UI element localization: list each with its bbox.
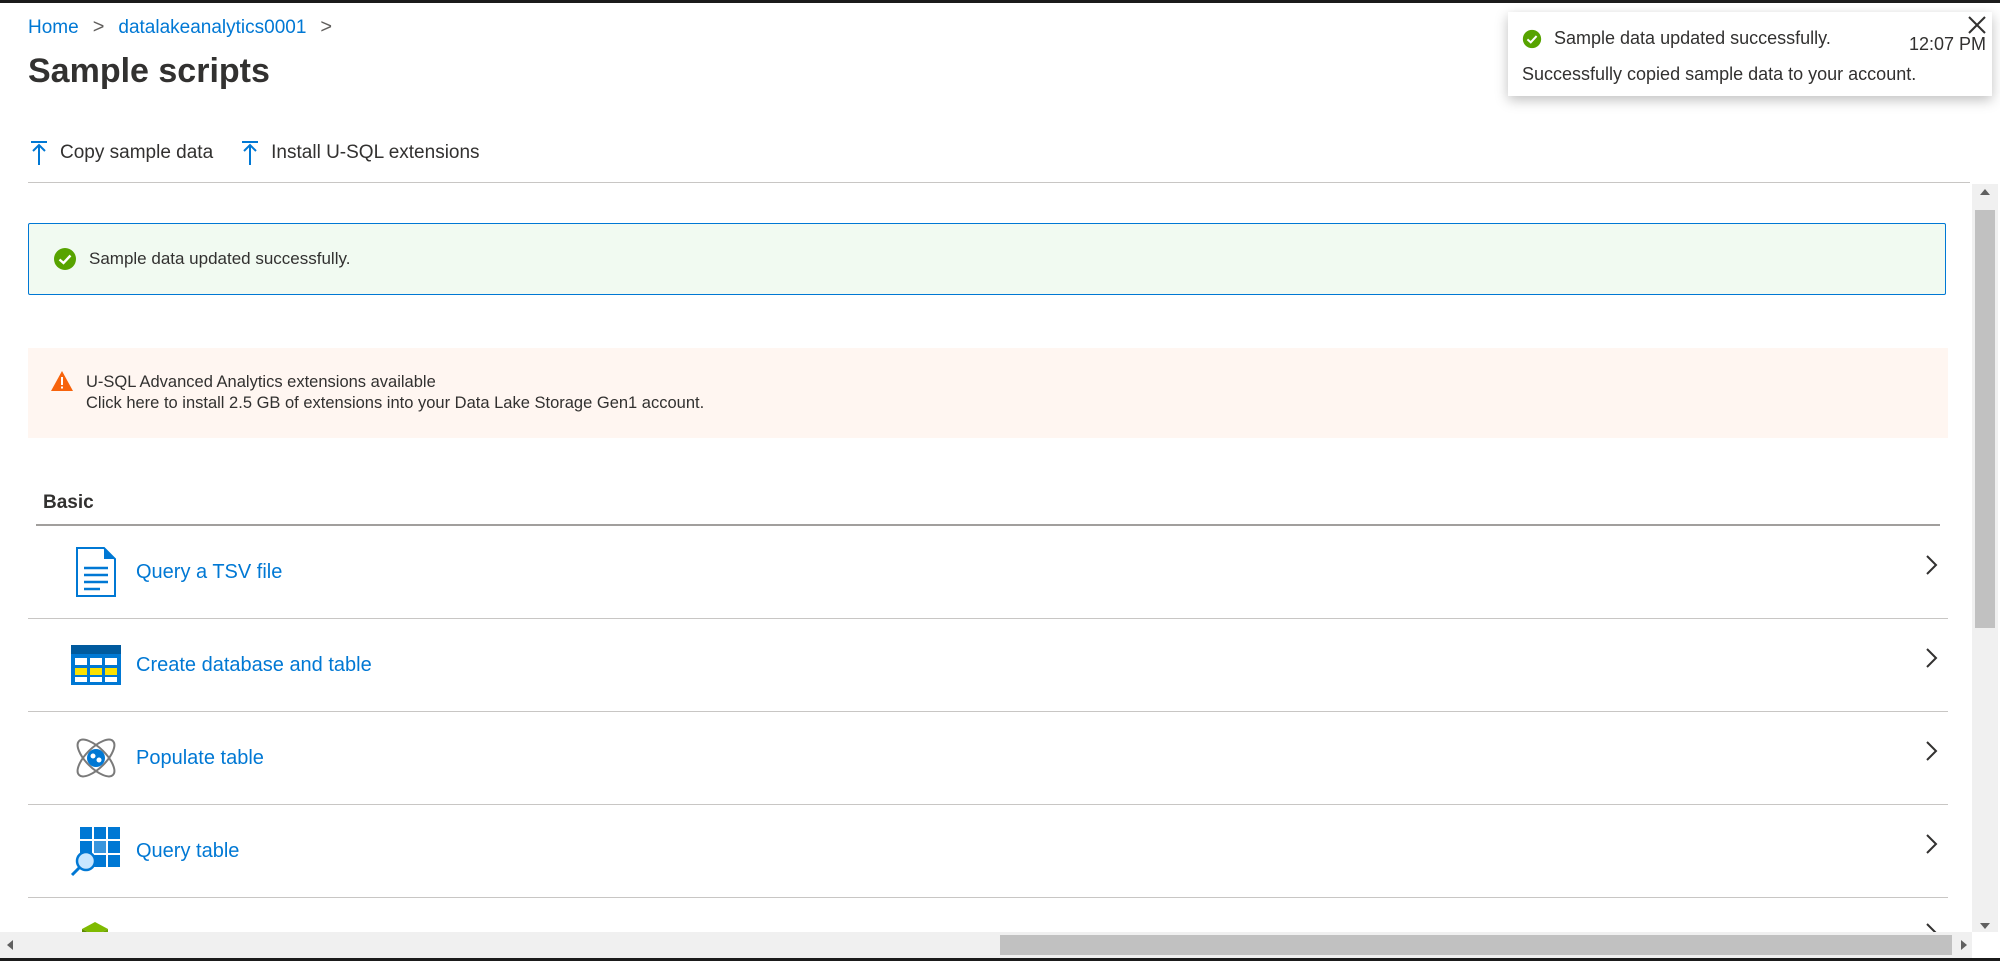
chevron-right-icon xyxy=(1926,834,1938,854)
list-item-label: Populate table xyxy=(136,746,264,769)
extensions-warning-banner[interactable]: U-SQL Advanced Analytics extensions avai… xyxy=(28,348,1948,438)
grid-search-icon xyxy=(70,825,122,877)
scroll-down-icon[interactable] xyxy=(1979,922,1991,930)
scroll-right-icon[interactable] xyxy=(1960,939,1968,951)
copy-sample-data-label: Copy sample data xyxy=(60,142,214,163)
list-item[interactable]: Query a TSV file xyxy=(28,526,1948,619)
section-heading-basic: Basic xyxy=(43,492,94,513)
chevron-right-icon xyxy=(1926,741,1938,761)
page-title: Sample scripts xyxy=(28,52,270,90)
toast-message: Successfully copied sample data to your … xyxy=(1522,64,1917,84)
warning-text: U-SQL Advanced Analytics extensions avai… xyxy=(86,372,704,414)
close-icon[interactable] xyxy=(1966,14,1988,36)
command-bar: Copy sample data Install U-SQL extension… xyxy=(28,140,480,166)
list-item-label: Create database and table xyxy=(136,653,372,676)
list-item[interactable]: Populate table xyxy=(28,712,1948,805)
sample-scripts-list: Query a TSV file Create database and tab… xyxy=(28,526,1948,898)
breadcrumb: Home > datalakeanalytics0001 > xyxy=(28,16,332,39)
document-icon xyxy=(70,546,122,598)
list-item[interactable]: Create database and table xyxy=(28,619,1948,712)
list-item[interactable]: Query table xyxy=(28,805,1948,898)
notification-toast: Sample data updated successfully. 12:07 … xyxy=(1508,12,1992,96)
chevron-right-icon xyxy=(1926,555,1938,575)
install-extensions-label: Install U-SQL extensions xyxy=(271,142,480,163)
copy-sample-data-button[interactable]: Copy sample data xyxy=(28,140,213,166)
horizontal-scroll-thumb[interactable] xyxy=(1000,935,1952,955)
warning-description: Click here to install 2.5 GB of extensio… xyxy=(86,394,705,412)
upload-icon xyxy=(31,141,47,165)
command-bar-divider xyxy=(28,182,1970,183)
success-banner: Sample data updated successfully. xyxy=(28,223,1946,295)
vertical-scrollbar[interactable] xyxy=(1972,184,1998,932)
atom-icon xyxy=(70,732,122,784)
warning-title: U-SQL Advanced Analytics extensions avai… xyxy=(86,373,436,391)
success-check-icon xyxy=(54,248,76,270)
success-banner-text: Sample data updated successfully. xyxy=(89,249,351,268)
breadcrumb-home-link[interactable]: Home xyxy=(28,17,79,39)
toast-title: Sample data updated successfully. xyxy=(1554,28,1831,48)
success-check-icon xyxy=(1522,29,1542,48)
list-item-label: Query table xyxy=(136,839,240,862)
breadcrumb-separator: > xyxy=(320,16,333,38)
vertical-scroll-thumb[interactable] xyxy=(1975,210,1995,628)
list-item-label: Query a TSV file xyxy=(136,560,283,583)
table-icon xyxy=(70,639,122,691)
warning-icon xyxy=(51,371,73,391)
breadcrumb-account-link[interactable]: datalakeanalytics0001 xyxy=(118,17,306,39)
toast-header: Sample data updated successfully. xyxy=(1522,28,1831,49)
upload-icon xyxy=(242,141,259,165)
horizontal-scrollbar[interactable] xyxy=(0,932,1972,958)
scroll-left-icon[interactable] xyxy=(6,939,14,951)
install-extensions-button[interactable]: Install U-SQL extensions xyxy=(239,140,480,166)
breadcrumb-separator: > xyxy=(92,16,105,38)
window-top-border xyxy=(0,0,2000,3)
scroll-up-icon[interactable] xyxy=(1979,188,1991,196)
toast-timestamp: 12:07 PM xyxy=(1908,34,1986,54)
chevron-right-icon xyxy=(1926,648,1938,668)
